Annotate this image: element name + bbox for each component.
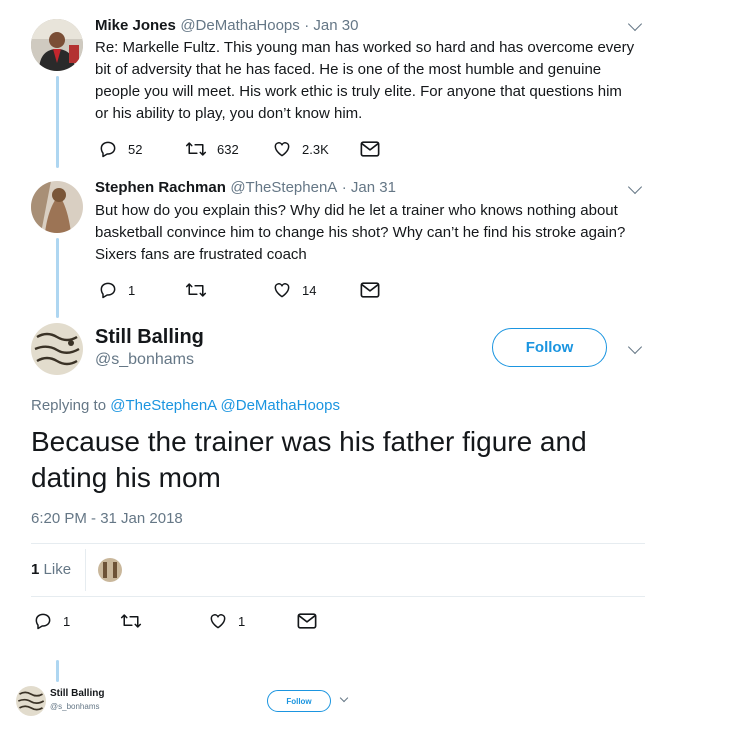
author-handle[interactable]: @DeMathaHoops — [180, 17, 299, 34]
tweet-timestamp[interactable]: 6:20 PM - 31 Jan 2018 — [31, 510, 183, 527]
reply-count: 1 — [128, 282, 136, 298]
reply-icon — [35, 613, 51, 630]
retweet-icon — [185, 142, 207, 156]
avatar[interactable] — [16, 686, 46, 716]
mail-icon — [297, 613, 317, 629]
avatar-image — [16, 686, 46, 716]
author-handle[interactable]: @s_bonhams — [95, 351, 194, 369]
tweet-text: But how do you explain this? Why did he … — [95, 202, 626, 263]
avatar-image — [31, 323, 83, 375]
thread-line — [56, 76, 59, 168]
heart-icon — [274, 142, 290, 157]
tweet-date[interactable]: · Jan 30 — [304, 17, 358, 34]
reply-count: 1 — [63, 613, 71, 629]
thread-line — [56, 238, 59, 318]
follow-button[interactable]: Follow — [492, 328, 607, 367]
follow-button[interactable]: Follow — [267, 690, 331, 712]
like-count: 2.3K — [302, 141, 329, 157]
avatar-image — [31, 19, 83, 71]
mail-icon — [360, 282, 380, 298]
replying-to: Replying to @TheStephenA @DeMathaHoops — [31, 397, 340, 414]
reply-icon — [100, 282, 116, 299]
like-button[interactable]: 14 — [272, 280, 316, 300]
reply-button[interactable]: 52 — [98, 139, 142, 159]
heart-icon — [210, 614, 226, 629]
author-name[interactable]: Still Balling — [95, 326, 204, 349]
like-summary[interactable]: 1 Like — [31, 561, 71, 578]
like-button[interactable]: 2.3K — [272, 139, 329, 159]
divider — [31, 596, 645, 597]
like-count: 1 — [31, 561, 40, 578]
retweet-button[interactable]: 632 — [185, 139, 239, 159]
author-name[interactable]: Stephen Rachman — [95, 179, 226, 196]
divider — [85, 549, 86, 591]
retweet-icon — [120, 614, 142, 628]
direct-message-button[interactable] — [297, 612, 317, 630]
like-button[interactable]: 1 — [208, 611, 245, 631]
direct-message-button[interactable] — [360, 140, 380, 158]
divider — [31, 543, 645, 544]
tweet-text: Re: Markelle Fultz. This young man has w… — [95, 39, 635, 122]
avatar-image — [31, 181, 83, 233]
retweet-count: 632 — [217, 141, 239, 157]
mention-link[interactable]: @DeMathaHoops — [221, 397, 340, 414]
mail-icon — [360, 141, 380, 157]
avatar[interactable] — [31, 323, 83, 375]
retweet-button[interactable] — [120, 611, 152, 631]
reply-button[interactable]: 1 — [98, 280, 135, 300]
avatar[interactable] — [31, 19, 83, 71]
author-handle[interactable]: @TheStephenA — [230, 179, 337, 196]
reply-icon — [100, 141, 116, 158]
author-name[interactable]: Still Balling — [50, 688, 104, 699]
like-label: Like — [43, 561, 72, 578]
author-handle[interactable]: @s_bonhams — [50, 702, 99, 711]
reply-button[interactable]: 1 — [33, 611, 70, 631]
tweet-date[interactable]: · Jan 31 — [342, 179, 396, 196]
direct-message-button[interactable] — [360, 281, 380, 299]
retweet-button[interactable] — [185, 280, 217, 300]
liker-avatar[interactable] — [98, 558, 122, 582]
heart-icon — [274, 283, 290, 298]
avatar-image — [98, 558, 122, 582]
mention-link[interactable]: @TheStephenA — [110, 397, 216, 414]
chevron-down-icon[interactable] — [627, 179, 643, 195]
like-count: 1 — [238, 613, 246, 629]
replying-to-label: Replying to — [31, 397, 107, 414]
chevron-down-icon[interactable] — [627, 339, 643, 355]
reply-count: 52 — [128, 141, 143, 157]
chevron-down-icon[interactable] — [627, 16, 643, 32]
author-name[interactable]: Mike Jones — [95, 17, 176, 34]
chevron-down-icon[interactable] — [339, 693, 349, 703]
avatar[interactable] — [31, 181, 83, 233]
retweet-icon — [185, 283, 207, 297]
tweet-text: Because the trainer was his father figur… — [31, 426, 587, 493]
thread-line — [56, 660, 59, 682]
like-count: 14 — [302, 282, 317, 298]
